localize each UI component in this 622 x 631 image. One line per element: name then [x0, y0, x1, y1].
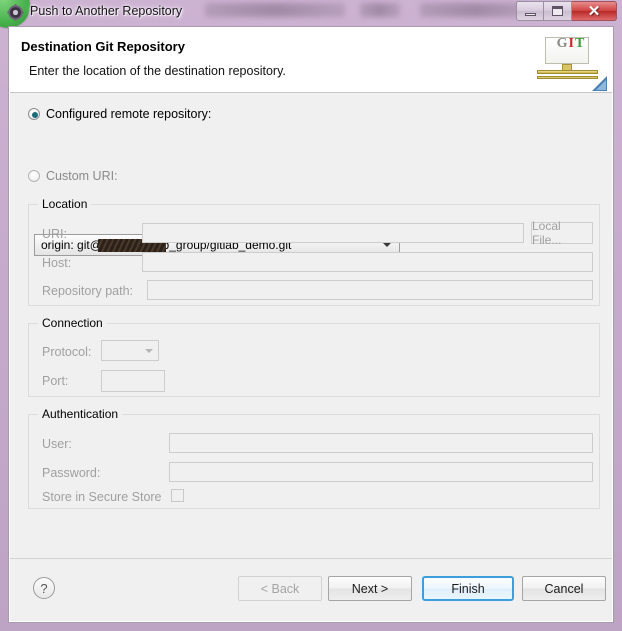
- host-label: Host:: [42, 256, 72, 270]
- minimize-icon: [524, 12, 536, 16]
- window-title: Push to Another Repository: [30, 4, 183, 18]
- cancel-button[interactable]: Cancel: [522, 576, 606, 601]
- close-button[interactable]: ✕: [572, 1, 617, 21]
- repository-path-input[interactable]: [147, 280, 593, 300]
- radio-label-configured: Configured remote repository:: [46, 107, 212, 121]
- authentication-group-title: Authentication: [38, 407, 123, 421]
- local-file-button[interactable]: Local File...: [531, 219, 593, 247]
- chevron-down-icon: [145, 348, 153, 353]
- dialog-client-area: Destination Git Repository Enter the loc…: [8, 26, 614, 623]
- close-icon: ✕: [587, 2, 601, 20]
- user-label: User:: [42, 437, 72, 451]
- git-logo-bar-bottom: [537, 76, 598, 79]
- authentication-group: Authentication User: Password: Store in …: [28, 407, 600, 509]
- dialog-button-bar: ? < Back Next > Finish Cancel: [10, 558, 612, 621]
- maximize-icon: [552, 6, 563, 16]
- radio-label-custom: Custom URI:: [46, 169, 118, 183]
- maximize-button[interactable]: [544, 1, 572, 21]
- git-logo-bar-top: [537, 70, 598, 74]
- store-secure-label: Store in Secure Store: [42, 490, 162, 504]
- protocol-combo[interactable]: [101, 340, 159, 361]
- uri-input[interactable]: [142, 223, 524, 243]
- protocol-label: Protocol:: [42, 345, 92, 359]
- wizard-header: Destination Git Repository Enter the loc…: [10, 28, 612, 93]
- repository-path-label: Repository path:: [42, 284, 134, 298]
- radio-custom-uri[interactable]: Custom URI:: [28, 169, 118, 183]
- radio-configured-remote-repository[interactable]: Configured remote repository:: [28, 107, 211, 121]
- connection-group-title: Connection: [38, 316, 107, 330]
- location-group: Location URI: Local File... Host: Reposi…: [28, 197, 600, 306]
- help-icon: ?: [40, 580, 48, 596]
- finish-button[interactable]: Finish: [422, 576, 514, 601]
- user-input[interactable]: [169, 433, 593, 453]
- help-button[interactable]: ?: [33, 577, 55, 599]
- password-input[interactable]: [169, 462, 593, 482]
- dialog-window: Push to Another Repository ✕ Destination…: [0, 0, 622, 631]
- git-logo-letter-g: G: [556, 36, 569, 51]
- minimize-button[interactable]: [516, 1, 544, 21]
- port-label: Port:: [42, 374, 69, 388]
- git-logo-letters: GIT: [535, 37, 607, 51]
- banner-corner-triangle-inner: [596, 80, 606, 90]
- title-bar[interactable]: Push to Another Repository ✕: [0, 0, 622, 26]
- git-banner-logo: GIT: [535, 33, 607, 91]
- page-title: Destination Git Repository: [21, 39, 185, 54]
- port-input[interactable]: [101, 370, 165, 392]
- radio-indicator-custom[interactable]: [28, 170, 40, 182]
- uri-label: URI:: [42, 227, 67, 241]
- window-controls: ✕: [516, 1, 617, 21]
- git-push-icon: [7, 4, 24, 21]
- wizard-body: Configured remote repository: origin: gi…: [10, 94, 612, 557]
- host-input[interactable]: [142, 252, 593, 272]
- page-subtitle: Enter the location of the destination re…: [29, 64, 286, 78]
- git-logo-letter-t: T: [575, 36, 586, 51]
- connection-group: Connection Protocol: Port:: [28, 316, 600, 397]
- store-secure-checkbox[interactable]: [171, 489, 184, 502]
- password-label: Password:: [42, 466, 101, 480]
- next-button[interactable]: Next >: [328, 576, 412, 601]
- location-group-title: Location: [38, 197, 92, 211]
- back-button[interactable]: < Back: [238, 576, 322, 601]
- radio-indicator-configured[interactable]: [28, 108, 40, 120]
